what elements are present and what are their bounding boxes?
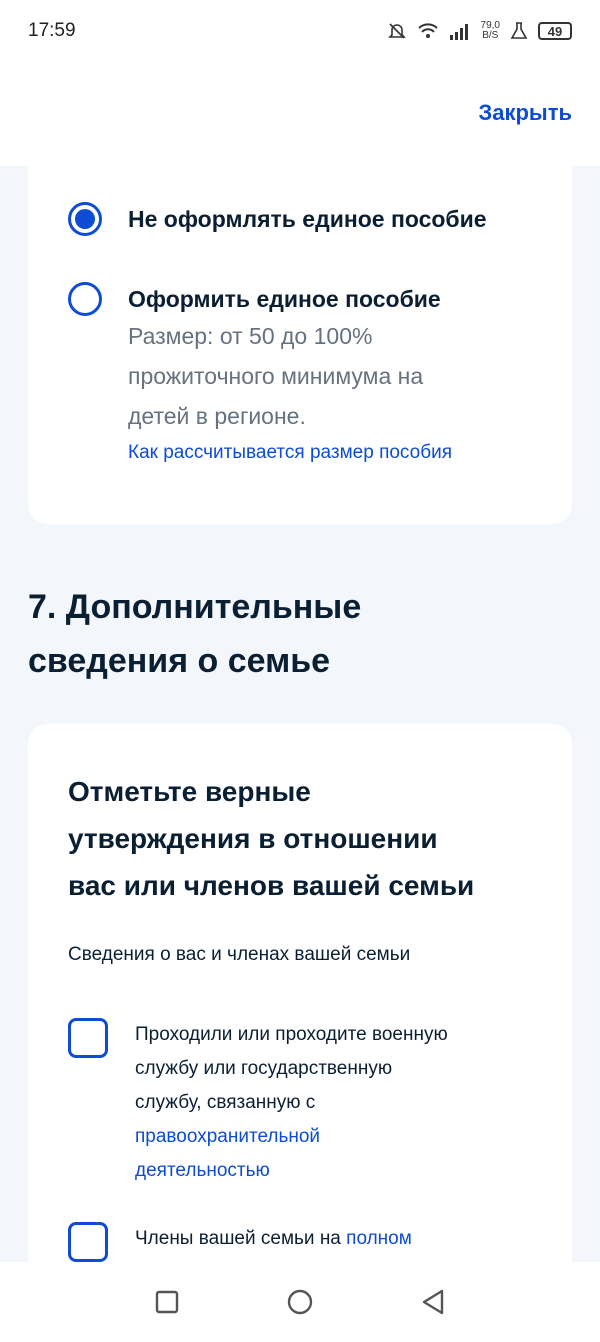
signal-icon — [449, 24, 468, 40]
radio-selected[interactable] — [68, 202, 102, 236]
close-button[interactable]: Закрыть — [478, 100, 572, 126]
radio-option-description-line: Размер: от 50 до 100% — [128, 323, 373, 349]
mute-icon — [387, 23, 406, 39]
navigation-bar — [0, 1262, 600, 1342]
square-icon — [155, 1290, 178, 1314]
wifi-icon — [417, 23, 438, 38]
checkbox-row-family-support[interactable]: Члены вашей семьи на полном — [68, 1222, 535, 1262]
checkbox-row-service[interactable]: Проходили или проходите военную службу и… — [68, 1018, 535, 1188]
flask-icon — [510, 22, 528, 39]
benefit-options-card: Не оформлять единое пособие Оформить еди… — [28, 148, 572, 524]
status-time: 17:59 — [28, 20, 76, 41]
radio-option-content: Оформить единое пособие Размер: от 50 до… — [128, 282, 452, 468]
radio-option-label: Оформить единое пособие — [128, 286, 441, 312]
card-title: Отметьте верные утверждения в отношении … — [68, 776, 475, 901]
law-enforcement-link[interactable]: деятельностью — [135, 1154, 535, 1188]
net-speed: 79,0 B/S — [480, 20, 500, 41]
radio-option-description-line: детей в регионе. — [128, 403, 306, 429]
section-title: 7. Дополнительные сведения о семье — [28, 588, 362, 680]
back-button[interactable] — [413, 1282, 453, 1322]
checkbox[interactable] — [68, 1018, 108, 1058]
law-enforcement-link[interactable]: правоохранительной — [135, 1120, 535, 1154]
radio-option-description-line: прожиточного минимума на — [128, 363, 424, 389]
checkbox[interactable] — [68, 1222, 108, 1262]
benefit-calculation-link[interactable]: Как рассчитывается размер пособия — [128, 438, 452, 468]
battery-icon: 49 — [538, 22, 572, 40]
radio-unselected[interactable] — [68, 282, 102, 316]
radio-option-decline[interactable]: Не оформлять единое пособие — [68, 202, 487, 236]
radio-option-label: Не оформлять единое пособие — [128, 206, 487, 232]
recent-apps-button[interactable] — [147, 1282, 187, 1322]
triangle-back-icon — [423, 1289, 444, 1315]
status-icons: 79,0 B/S 49 — [387, 21, 572, 41]
family-info-card: Отметьте верные утверждения в отношении … — [28, 724, 572, 1284]
circle-icon — [287, 1289, 313, 1315]
radio-option-apply[interactable]: Оформить единое пособие Размер: от 50 до… — [68, 282, 452, 468]
checkbox-label: Члены вашей семьи на полном — [135, 1228, 412, 1249]
full-support-link[interactable]: полном — [346, 1228, 412, 1249]
status-bar: 17:59 79,0 B/S 49 — [0, 0, 600, 62]
radio-dot — [75, 209, 95, 229]
home-button[interactable] — [280, 1282, 320, 1322]
checkbox-label: Проходили или проходите военную службу и… — [135, 1018, 535, 1188]
card-subtitle: Сведения о вас и членах вашей семьи — [68, 944, 411, 965]
